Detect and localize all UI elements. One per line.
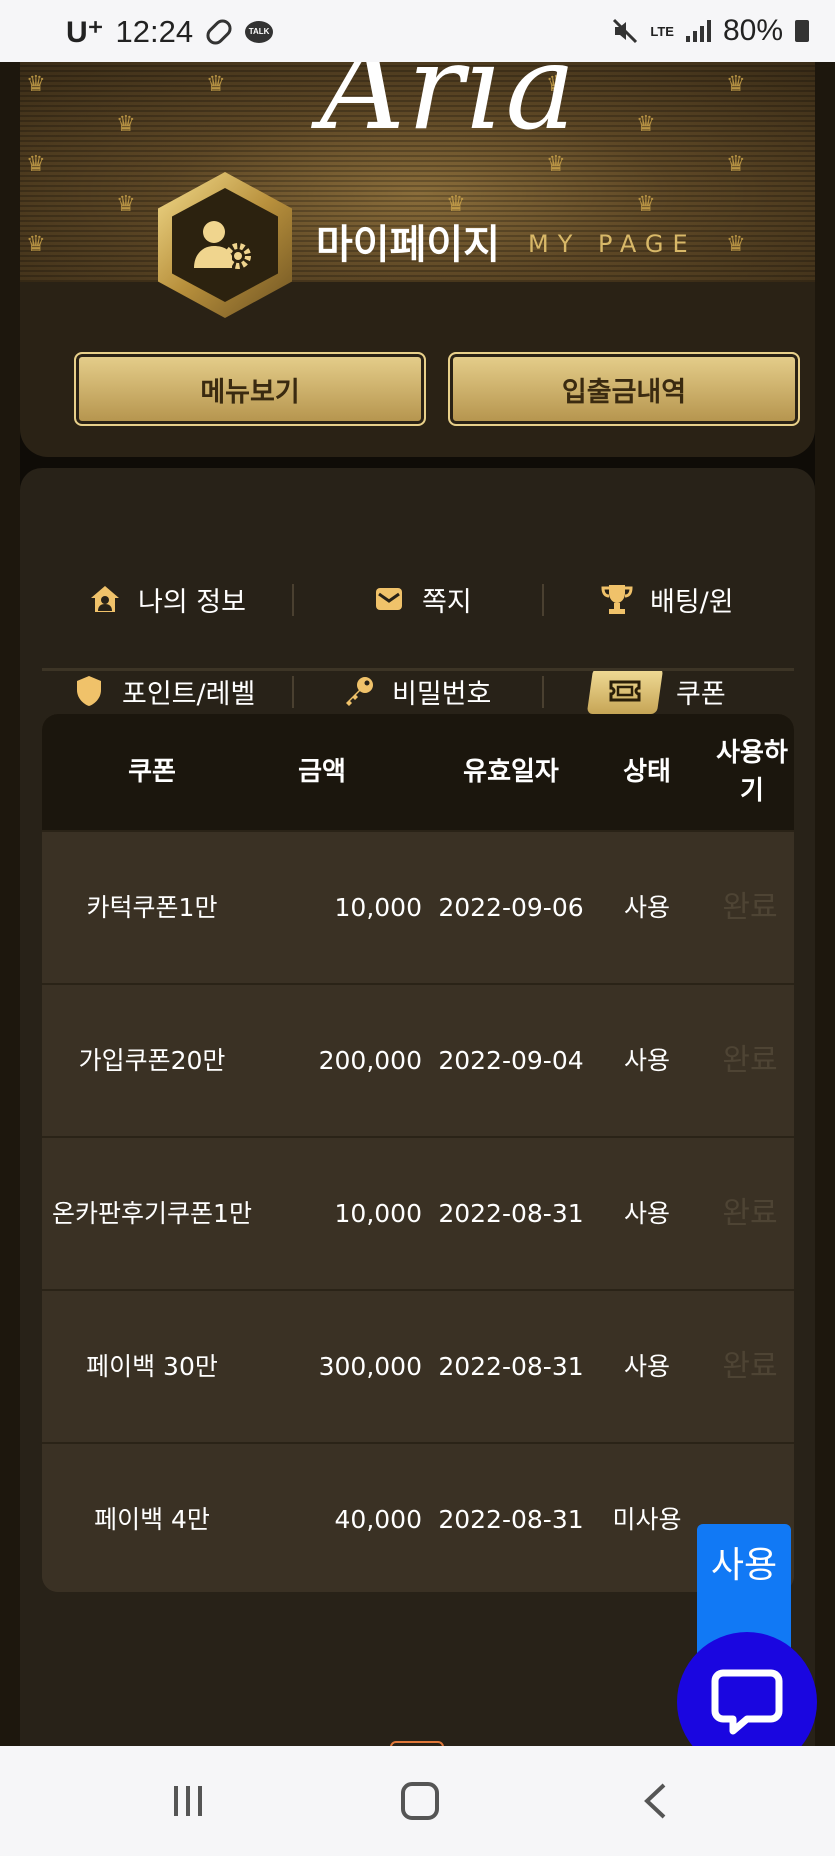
crown-icon: ♛ [116,112,136,137]
ticket-icon [586,668,664,714]
crown-icon: ♛ [726,232,746,257]
chat-bubble-icon [711,1669,783,1735]
crown-icon: ♛ [26,72,46,97]
crown-icon: ♛ [206,72,226,97]
system-nav-bar [0,1746,835,1856]
coupon-name: 가입쿠폰20만 [78,1045,226,1075]
coupon-table: 쿠폰 금액 유효일자 상태 사용하기 카턱쿠폰1만 10,000 2022-09… [42,714,794,1592]
mute-icon [613,18,638,44]
col-status: 상태 [623,757,671,787]
table-row: 가입쿠폰20만 200,000 2022-09-04 사용 완료 [42,983,794,1136]
page: ♛ ♛ ♛ ♛ ♛ ♛ ♛ ♛ ♛ ♛ ♛ ♛ ♛ ♛ Aria 마이페이지 M… [0,62,835,1746]
talk-icon: TALK [245,21,274,43]
tab-label: 포인트/레벨 [122,678,256,710]
crown-icon: ♛ [726,72,746,97]
table-row: 카턱쿠폰1만 10,000 2022-09-06 사용 완료 [42,830,794,983]
status-bar: U⁺ 12:24 TALK LTE 80% [0,0,835,62]
crown-icon: ♛ [636,192,656,217]
recent-apps-icon [174,1786,202,1816]
crown-icon: ♛ [636,112,656,137]
user-settings-icon [194,221,251,269]
coupon-amount: 40,000 [334,1504,422,1534]
coupon-expiry: 2022-09-06 [438,892,584,922]
completed-label: 완료 [722,889,778,925]
tab-underline [42,668,794,671]
tab-divider [542,584,544,616]
coupon-name: 온카판후기쿠폰1만 [52,1198,252,1228]
coupon-expiry: 2022-08-31 [438,1198,584,1228]
envelope-icon [372,582,406,616]
crown-icon: ♛ [726,152,746,177]
back-chevron-icon [644,1783,666,1819]
coupon-status: 사용 [623,1351,670,1381]
clock: 12:24 [115,14,194,49]
deposit-withdraw-history-button[interactable]: 입출금내역 [448,352,800,426]
crown-icon: ♛ [26,152,46,177]
coupon-status: 미사용 [612,1504,682,1534]
coupon-status: 사용 [623,1045,670,1075]
house-user-icon [88,582,122,616]
completed-label: 완료 [722,1042,778,1078]
coupon-amount: 10,000 [334,1198,422,1228]
tab-label: 쿠폰 [676,678,726,710]
coupon-amount: 300,000 [318,1351,422,1381]
tab-messages[interactable]: 쪽지 [372,574,472,624]
completed-label: 완료 [722,1348,778,1384]
home-button[interactable] [390,1781,450,1821]
signal-icon [685,20,711,42]
tab-divider [292,584,294,616]
page-title: 마이페이지 [316,222,500,268]
tab-label: 배팅/윈 [650,586,734,618]
col-use: 사용하기 [716,738,788,806]
side-decoration-right [815,62,835,1746]
table-header: 쿠폰 금액 유효일자 상태 사용하기 [42,714,794,830]
tab-points-level[interactable]: 포인트/레벨 [72,666,255,716]
home-icon [401,1782,439,1820]
table-row: 페이백 30만 300,000 2022-08-31 사용 완료 [42,1289,794,1442]
crown-icon: ♛ [116,192,136,217]
coupon-amount: 10,000 [334,892,422,922]
tab-label: 쪽지 [422,586,472,618]
coupon-name: 페이백 30만 [86,1351,218,1381]
shield-icon [72,674,106,708]
back-button[interactable] [625,1781,685,1821]
mypage-panel: 나의 정보 쪽지 배팅/윈 포인트/레벨 비밀번호 쿠폰 쿠폰 금액 유효일자 … [20,468,815,1746]
table-row: 온카판후기쿠폰1만 10,000 2022-08-31 사용 완료 [42,1136,794,1289]
menu-button[interactable]: 메뉴보기 [74,352,426,426]
coupon-status: 사용 [623,892,670,922]
mypage-header: ♛ ♛ ♛ ♛ ♛ ♛ ♛ ♛ ♛ ♛ ♛ ♛ ♛ ♛ Aria 마이페이지 M… [20,62,815,457]
trophy-icon [600,582,634,616]
aria-logo: Aria [320,62,578,156]
coupon-amount: 200,000 [318,1045,422,1075]
tab-divider [292,676,294,708]
tab-betting-win[interactable]: 배팅/윈 [600,574,734,624]
tab-label: 비밀번호 [392,678,492,710]
col-expiry: 유효일자 [463,757,559,787]
key-icon [342,674,376,708]
tab-divider [542,676,544,708]
page-subtitle: MY PAGE [528,230,697,258]
table-row: 페이백 4만 40,000 2022-08-31 미사용 [42,1442,794,1592]
coupon-expiry: 2022-08-31 [438,1351,584,1381]
side-decoration-left [0,62,20,1746]
completed-label: 완료 [722,1195,778,1231]
carrier-label: U⁺ [66,15,104,49]
coupon-name: 페이백 4만 [94,1504,210,1534]
crown-icon: ♛ [26,232,46,257]
network-type: LTE [650,23,674,39]
col-coupon: 쿠폰 [128,757,176,787]
tab-my-info[interactable]: 나의 정보 [88,574,246,624]
recent-apps-button[interactable] [158,1781,218,1821]
coupon-status: 사용 [623,1198,670,1228]
battery-icon [795,20,809,42]
coupon-expiry: 2022-09-04 [438,1045,584,1075]
coupon-expiry: 2022-08-31 [438,1504,584,1534]
tab-label: 나의 정보 [138,586,246,618]
battery-level: 80% [722,14,783,47]
col-amount: 금액 [298,757,346,787]
pill-icon [202,15,236,49]
coupon-name: 카턱쿠폰1만 [86,892,218,922]
tab-password[interactable]: 비밀번호 [342,666,491,716]
